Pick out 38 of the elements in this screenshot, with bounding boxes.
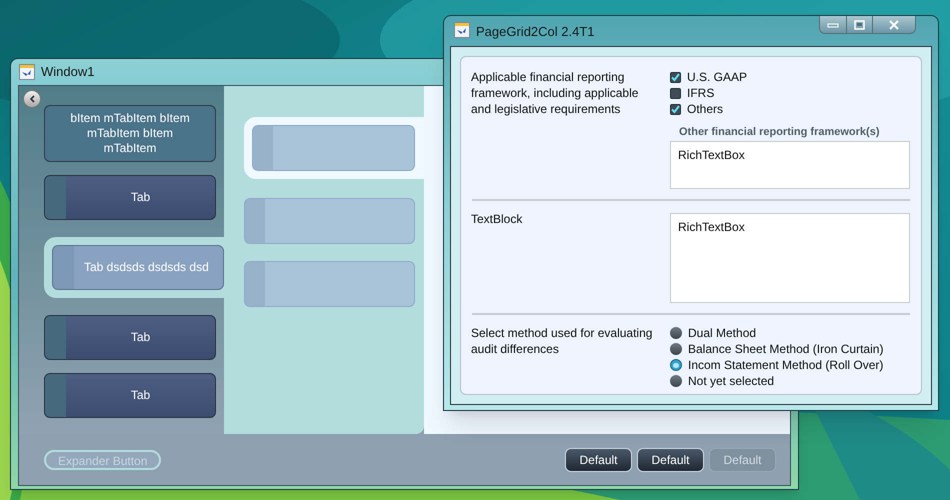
app-icon [454,22,470,38]
tab[interactable]: Tab [44,175,216,220]
tab[interactable]: bItem mTabItem bItem mTabItem bItem mTabItem [44,105,216,162]
tab[interactable]: Tab [44,315,216,360]
field-label: Applicable financial reporting framework, including applicable and legislative requirements [471,69,640,117]
minimize-button[interactable] [820,16,846,33]
maximize-button[interactable] [846,16,872,33]
checkbox-label: IFRS [687,85,714,101]
radio-label: Incom Statement Method (Roll Over) [688,357,884,373]
default-button[interactable]: Default [637,448,704,472]
window-title: Window1 [41,63,94,82]
tab[interactable]: Tab [44,373,216,418]
checkbox[interactable] [670,104,681,114]
window-title: PageGrid2Col 2.4T1 [476,23,596,41]
chevron-left-icon [29,95,35,103]
checkbox-label: U.S. GAAP [687,69,748,85]
app-icon [19,64,35,80]
radio-label: Not yet selected [688,373,774,389]
field-label: Select method used for evaluating audit differences [471,325,654,357]
rich-text-box[interactable]: RichTextBox [670,213,910,303]
rich-text-box[interactable]: RichTextBox [670,141,910,189]
close-icon [888,20,900,30]
radio-button[interactable] [670,359,682,371]
field-label: TextBlock [471,211,524,227]
radio-button[interactable] [670,327,682,339]
radio-label: Balance Sheet Method (Iron Curtain) [688,341,884,357]
default-button[interactable]: Default [565,448,632,472]
field-label: Other financial reporting framework(s) [679,125,880,139]
radio-button[interactable] [670,375,682,387]
maximize-icon [854,20,865,30]
checkbox[interactable] [670,88,681,98]
radio-button[interactable] [670,343,682,355]
close-button[interactable] [872,16,915,33]
radio-label: Dual Method [688,325,756,341]
checkbox-label: Others [687,101,724,117]
minimize-icon [827,22,839,28]
back-button[interactable] [23,90,41,108]
checkbox[interactable] [670,72,681,82]
